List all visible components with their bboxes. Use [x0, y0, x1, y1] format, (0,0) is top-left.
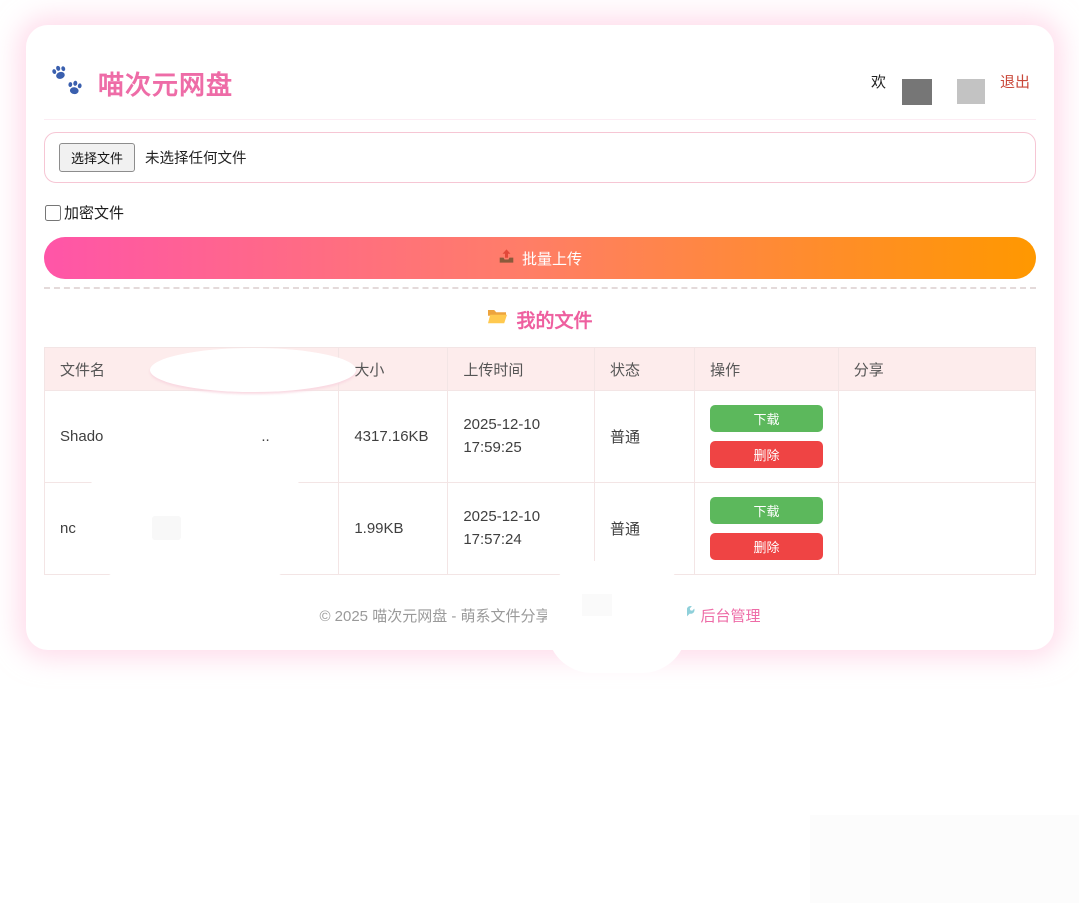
share-cell	[838, 391, 1035, 483]
encrypt-checkbox[interactable]	[45, 205, 61, 221]
uploaded-cell: 2025-12-10 17:59:25	[448, 391, 595, 483]
size-cell: 4317.16KB	[339, 391, 448, 483]
choose-file-button[interactable]: 选择文件	[59, 143, 135, 172]
file-input: 选择文件 未选择任何文件	[44, 132, 1036, 183]
file-status-text: 未选择任何文件	[145, 147, 247, 168]
col-share: 分享	[838, 348, 1035, 391]
page-title: 喵次元网盘	[98, 65, 233, 102]
redaction-block	[902, 79, 932, 105]
paw-prints-icon	[50, 63, 88, 104]
actions-cell: 下载 删除	[695, 391, 839, 483]
admin-link[interactable]: 后台管理	[681, 605, 761, 626]
main-card: 喵次元网盘 欢 退出 选择文件 未选择任何文件 加密文件 批量上传	[26, 25, 1054, 650]
col-actions: 操作	[695, 348, 839, 391]
outbox-upload-icon	[498, 248, 515, 269]
redaction-block	[582, 594, 612, 616]
size-cell: 1.99KB	[339, 483, 448, 575]
files-section-title: 我的文件	[44, 306, 1036, 333]
footer: © 2025 喵次元网盘 - 萌系文件分享 后台管理	[44, 605, 1036, 626]
download-button[interactable]: 下载	[710, 497, 823, 524]
col-uploaded: 上传时间	[448, 348, 595, 391]
header: 喵次元网盘 欢 退出	[44, 63, 1036, 120]
batch-upload-label: 批量上传	[522, 248, 582, 269]
actions-cell: 下载 删除	[695, 483, 839, 575]
redaction-blob	[910, 28, 1002, 78]
divider	[44, 287, 1036, 289]
welcome-text: 欢	[871, 71, 886, 92]
redaction-blob	[150, 348, 356, 392]
redaction-block	[152, 516, 181, 540]
col-status: 状态	[594, 348, 694, 391]
status-cell: 普通	[594, 391, 694, 483]
logout-link[interactable]: 退出	[1000, 71, 1030, 92]
open-folder-icon	[487, 308, 508, 331]
delete-button[interactable]: 删除	[710, 441, 823, 468]
share-cell	[838, 483, 1035, 575]
copyright-text: © 2025 喵次元网盘 - 萌系文件分享	[319, 605, 550, 626]
redaction-blob	[108, 396, 264, 432]
uploaded-cell: 2025-12-10 17:57:24	[448, 483, 595, 575]
redaction-block	[957, 79, 985, 104]
download-button[interactable]: 下载	[710, 405, 823, 432]
redaction-blob	[547, 561, 687, 673]
batch-upload-button[interactable]: 批量上传	[44, 237, 1036, 279]
delete-button[interactable]: 删除	[710, 533, 823, 560]
redaction-blob	[88, 455, 302, 581]
encrypt-label: 加密文件	[64, 202, 124, 223]
redaction-rect	[810, 815, 1079, 903]
encrypt-row: 加密文件	[44, 202, 1036, 223]
